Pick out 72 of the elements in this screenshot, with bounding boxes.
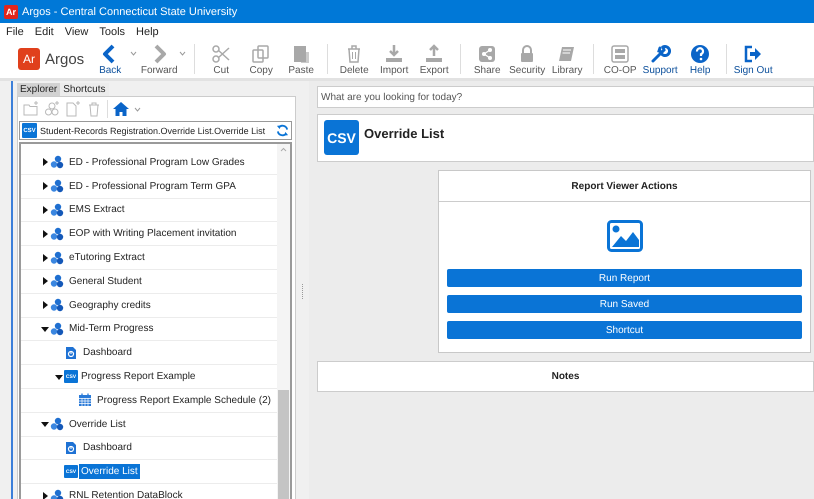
tree-toggle[interactable] [41,420,49,428]
scrollbar[interactable] [277,144,290,499]
menu-item[interactable]: View [64,26,88,38]
card-title: Report Viewer Actions [571,180,678,192]
action-button[interactable]: Run Report [447,269,802,287]
menu-item[interactable]: Tools [99,26,126,38]
tree-item[interactable]: Override List [79,464,140,480]
tree-toggle[interactable] [55,372,63,381]
tree-toggle[interactable] [41,182,49,190]
circles-icon [50,202,64,217]
wrench-icon [649,42,672,64]
tree-item[interactable]: ED - Professional Program Low Grades [67,154,247,170]
tab[interactable]: Explorer [17,83,60,96]
tree-item[interactable]: EMS Extract [67,202,127,218]
tree-item[interactable]: eTutoring Extract [67,250,147,266]
circles-icon [50,179,64,194]
toolbar-button[interactable]: Help [680,42,720,76]
calendar-icon [78,393,92,408]
tree-item[interactable]: Progress Report Example [79,369,198,384]
tree-item[interactable]: RNL Retention DataBlock [67,488,185,499]
document-icon [64,346,78,360]
tree-item[interactable]: Geography credits [67,298,153,313]
circles-icon [50,226,64,241]
caret-icon[interactable] [130,50,138,56]
tree-toggle[interactable] [41,206,49,214]
tree-item[interactable]: ED - Professional Program Term GPA [67,178,238,194]
caret-icon[interactable] [134,106,141,112]
tree-item[interactable]: General Student [67,274,144,289]
tree-item[interactable]: Mid-Term Progress [67,321,156,336]
document-icon [64,440,78,455]
logo-text: Argos [45,50,84,68]
help-icon [689,42,712,64]
csv-badge: CSV [324,120,359,155]
tree-item[interactable]: Override List [67,416,128,432]
action-button[interactable]: Shortcut [447,321,802,339]
tree-toggle[interactable] [41,158,49,166]
logo-badge: Ar [18,48,40,70]
circles-icon [50,417,64,432]
circles-icon [50,298,64,312]
tree-toggle[interactable] [41,254,49,262]
tree-item[interactable]: EOP with Writing Placement invitation [67,226,238,242]
notes-title: Notes [552,371,580,382]
circles-icon [50,488,64,499]
menu-item[interactable]: Edit [34,26,54,38]
circles-icon [50,274,64,288]
app-icon: Ar [4,4,18,18]
grid-icon [609,42,632,64]
tree-item[interactable]: Progress Report Example Schedule (2) [95,392,273,408]
circles-icon [50,155,64,170]
toolbar-button[interactable]: Back [90,42,130,76]
action-button[interactable]: Run Saved [447,295,802,313]
search-field[interactable]: What are you looking for today? [317,86,814,108]
scissors-icon [210,42,232,64]
refresh-icon[interactable] [276,124,289,137]
window-title: Argos - Central Connecticut State University [22,6,238,18]
circles-icon [50,322,64,336]
tree-toggle[interactable] [41,230,49,238]
tree-item[interactable]: Dashboard [81,345,134,360]
toolbar-button[interactable]: Support [640,42,680,76]
toolbar-button[interactable]: Sign Out [733,42,774,76]
tab[interactable]: Shortcuts [60,83,108,96]
image-icon [606,220,642,252]
tree-toggle[interactable] [41,301,49,310]
tree-toggle[interactable] [41,324,49,333]
tree-toggle[interactable] [41,492,49,499]
tree-item[interactable]: Dashboard [81,440,134,456]
circles-icon [50,250,64,265]
tree-toggle[interactable] [41,277,49,286]
menu-item[interactable]: File [6,26,24,38]
home-icon[interactable] [113,101,129,117]
menu-item[interactable]: Help [136,26,159,38]
report-title: Override List [364,126,444,141]
